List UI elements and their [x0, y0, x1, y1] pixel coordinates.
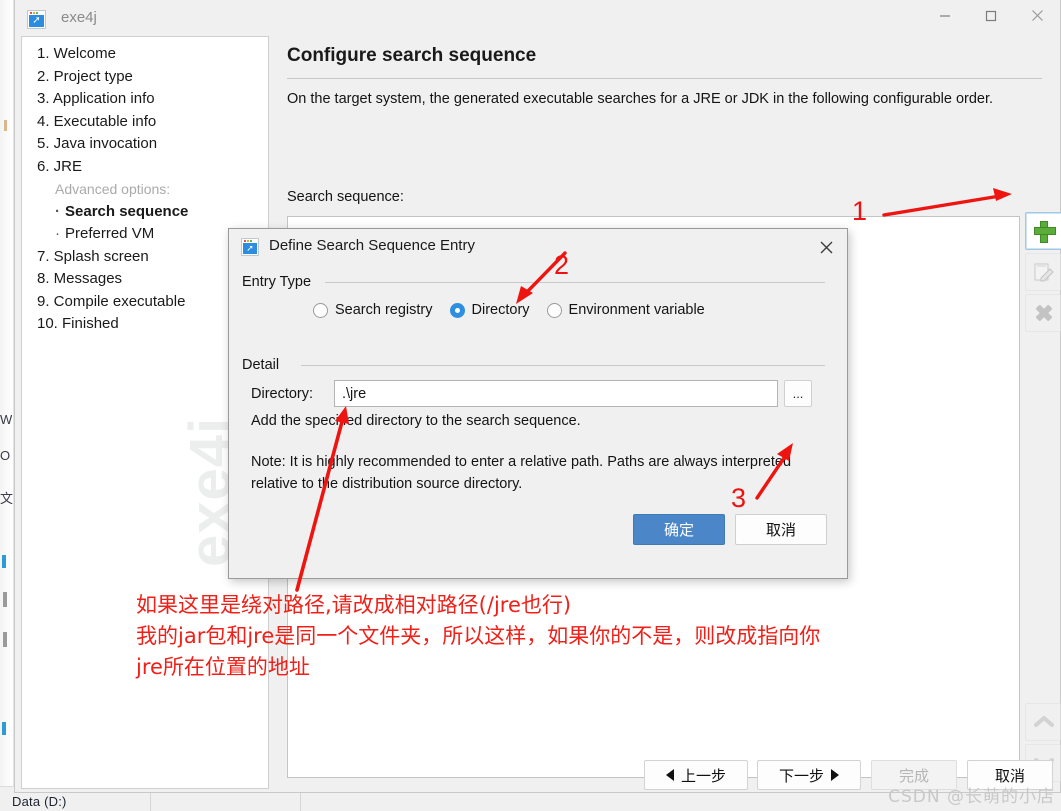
sidebar-item-5-java-invocation[interactable]: 5. Java invocation	[22, 133, 268, 156]
maximize-icon[interactable]	[968, 0, 1014, 31]
background-window-edge	[0, 0, 14, 811]
radio-directory[interactable]: Directory	[449, 302, 530, 318]
finish-button[interactable]: 完成	[871, 760, 957, 790]
bullet-icon: ·	[55, 225, 60, 242]
finish-label: 完成	[898, 767, 929, 785]
dialog-ok-button[interactable]: 确定	[633, 514, 725, 545]
entry-type-radio-group: Search registry Directory Environment va…	[313, 302, 705, 318]
previous-step-label: 上一步	[680, 767, 726, 785]
define-search-sequence-entry-dialog: ➚ Define Search Sequence Entry Entry Typ…	[228, 228, 848, 579]
dialog-close-icon[interactable]	[813, 235, 839, 259]
window-titlebar[interactable]: ➚ exe4j	[15, 0, 1060, 39]
cancel-wizard-button[interactable]: 取消	[967, 760, 1053, 790]
triangle-left-icon	[665, 769, 674, 781]
x-icon	[1034, 303, 1054, 323]
radio-unchecked-icon	[546, 302, 562, 318]
radio-search-registry[interactable]: Search registry	[313, 302, 433, 318]
background-glyph-w: W	[0, 412, 13, 427]
edit-entry-button[interactable]	[1025, 253, 1061, 291]
sidebar-item-3-application-info[interactable]: 3. Application info	[22, 88, 268, 111]
radio-unchecked-icon	[313, 302, 328, 318]
radio-search-registry-label: Search registry	[335, 302, 433, 318]
remove-entry-button[interactable]	[1025, 294, 1061, 332]
directory-label: Directory:	[251, 386, 314, 402]
minimize-icon[interactable]	[922, 0, 968, 31]
window-title: exe4j	[61, 9, 97, 26]
dialog-cancel-button[interactable]: 取消	[735, 514, 827, 545]
drive-label-data-d[interactable]: Data (D:)	[12, 794, 67, 809]
sidebar-item-search-sequence[interactable]: · Search sequence	[22, 201, 268, 224]
plus-icon	[1034, 221, 1056, 243]
radio-environment-variable[interactable]: Environment variable	[546, 302, 705, 318]
directory-note-text: Note: It is highly recommended to enter …	[251, 454, 792, 492]
chevron-up-icon	[1034, 716, 1054, 727]
background-glyph-o: O	[0, 448, 11, 463]
intro-text: On the target system, the generated exec…	[287, 91, 994, 107]
sidebar-item-6-jre[interactable]: 6. JRE	[22, 156, 268, 179]
next-step-button[interactable]: 下一步	[757, 760, 861, 790]
sidebar-item-preferred-vm-label: Preferred VM	[65, 225, 155, 242]
background-glyph-cjk: 文	[0, 491, 14, 506]
sidebar-item-search-sequence-label: Search sequence	[65, 202, 189, 220]
sidebar-item-advanced-options: Advanced options:	[55, 181, 171, 197]
browse-directory-button[interactable]: ...	[784, 380, 812, 407]
detail-group-label: Detail	[242, 357, 288, 373]
page-title: Configure search sequence	[287, 45, 537, 66]
sidebar-item-2-project-type[interactable]: 2. Project type	[22, 66, 268, 89]
directory-input[interactable]	[334, 380, 778, 407]
entry-type-group-divider	[325, 282, 825, 283]
radio-environment-variable-label: Environment variable	[568, 302, 705, 318]
previous-step-button[interactable]: 上一步	[644, 760, 748, 790]
entry-type-group-label: Entry Type	[242, 274, 320, 290]
background-tick	[3, 592, 7, 607]
next-step-label: 下一步	[778, 767, 824, 785]
rocket-icon: ➚	[27, 10, 46, 29]
directory-help-text: Add the specified directory to the searc…	[251, 413, 581, 429]
pencil-icon	[1033, 261, 1055, 283]
sidebar-item-1-welcome[interactable]: 1. Welcome	[22, 43, 268, 66]
background-tick	[4, 120, 7, 131]
radio-directory-label: Directory	[471, 302, 530, 318]
move-up-button[interactable]	[1025, 703, 1061, 741]
detail-group-divider	[301, 365, 825, 366]
search-sequence-label: Search sequence:	[287, 189, 404, 205]
radio-checked-icon	[449, 302, 465, 318]
close-icon[interactable]	[1014, 0, 1060, 31]
sidebar-item-4-executable-info[interactable]: 4. Executable info	[22, 111, 268, 134]
dialog-titlebar[interactable]: ➚ Define Search Sequence Entry	[229, 229, 847, 265]
triangle-right-icon	[831, 769, 839, 781]
background-tick	[3, 632, 7, 647]
dialog-title: Define Search Sequence Entry	[269, 237, 475, 254]
title-divider	[287, 78, 1042, 79]
sequence-toolbar	[1025, 212, 1061, 335]
bullet-icon: ·	[55, 202, 60, 220]
background-tick	[2, 555, 6, 568]
add-entry-button[interactable]	[1025, 212, 1061, 250]
rocket-icon: ➚	[241, 238, 259, 256]
background-tick	[2, 722, 6, 735]
wizard-button-bar: 上一步 下一步 完成 取消	[273, 760, 1056, 793]
cancel-wizard-label: 取消	[994, 767, 1025, 785]
